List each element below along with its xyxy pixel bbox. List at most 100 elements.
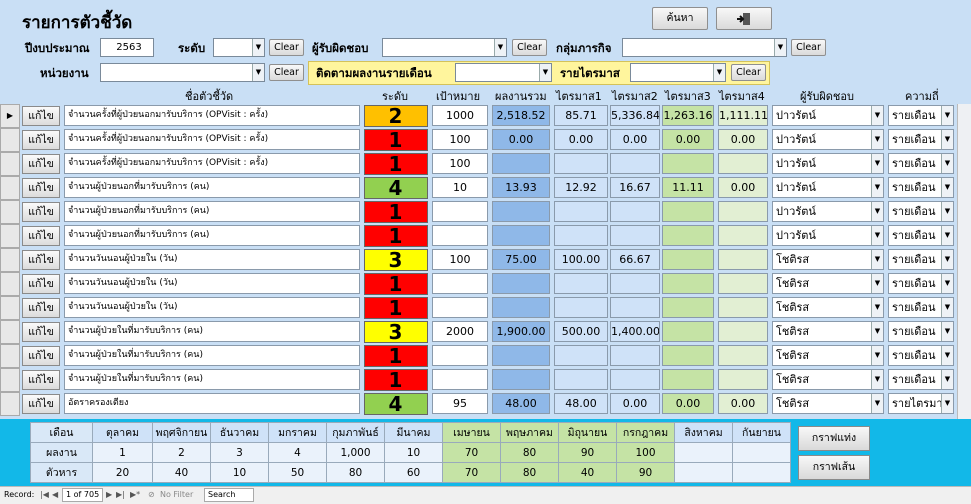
kpi-name[interactable]: จำนวนผู้ป่วยนอกที่มารับบริการ (คน) [64, 201, 360, 222]
record-selector[interactable] [0, 368, 20, 392]
dropdown-arrow-icon[interactable]: ▼ [941, 226, 953, 245]
frequency-select[interactable]: รายเดือน ▼ [888, 177, 954, 198]
kpi-name[interactable]: จำนวนครั้งที่ผู้ป่วยนอกมารับบริการ (OPVi… [64, 153, 360, 174]
responsible-select[interactable]: ปาวรัตน์ ▼ [772, 129, 884, 150]
exit-button[interactable] [716, 7, 772, 30]
dropdown-arrow-icon[interactable]: ▼ [941, 346, 953, 365]
record-selector[interactable] [0, 176, 20, 200]
kpi-name[interactable]: จำนวนครั้งที่ผู้ป่วยนอกมารับบริการ (OPVi… [64, 105, 360, 126]
line-chart-button[interactable]: กราฟเส้น [798, 455, 870, 480]
edit-button[interactable]: แก้ไข [22, 394, 60, 414]
responsible-select[interactable]: ปาวรัตน์ ▼ [772, 105, 884, 126]
responsible-select[interactable]: โชติรส ▼ [772, 273, 884, 294]
dropdown-arrow-icon[interactable]: ▼ [941, 298, 953, 317]
dropdown-arrow-icon[interactable]: ▼ [494, 39, 506, 56]
responsible-select[interactable]: โชติรส ▼ [772, 345, 884, 366]
kpi-name[interactable]: จำนวนวันนอนผู้ป่วยใน (วัน) [64, 249, 360, 270]
edit-button[interactable]: แก้ไข [22, 130, 60, 150]
last-record-icon[interactable]: ▶| [116, 487, 125, 503]
target-cell[interactable] [432, 225, 488, 246]
responsible-select[interactable]: โชติรส ▼ [772, 297, 884, 318]
target-cell[interactable]: 10 [432, 177, 488, 198]
target-cell[interactable]: 95 [432, 393, 488, 414]
dropdown-arrow-icon[interactable]: ▼ [941, 274, 953, 293]
dropdown-arrow-icon[interactable]: ▼ [941, 106, 953, 125]
quarter-select[interactable]: ▼ [630, 63, 726, 82]
unit-select[interactable]: ▼ [100, 63, 265, 82]
level-clear-button[interactable]: Clear [269, 39, 304, 56]
dropdown-arrow-icon[interactable]: ▼ [871, 274, 883, 293]
search-box[interactable]: Search [204, 488, 254, 502]
bar-chart-button[interactable]: กราฟแท่ง [798, 426, 870, 451]
target-cell[interactable] [432, 297, 488, 318]
frequency-select[interactable]: รายเดือน ▼ [888, 297, 954, 318]
frequency-select[interactable]: รายเดือน ▼ [888, 369, 954, 390]
dropdown-arrow-icon[interactable]: ▼ [871, 226, 883, 245]
search-button[interactable]: ค้นหา [652, 7, 708, 30]
frequency-select[interactable]: รายเดือน ▼ [888, 273, 954, 294]
responsible-select[interactable]: โชติรส ▼ [772, 369, 884, 390]
frequency-select[interactable]: รายเดือน ▼ [888, 153, 954, 174]
unit-clear-button[interactable]: Clear [269, 64, 304, 81]
prev-record-icon[interactable]: ◀ [52, 487, 58, 503]
edit-button[interactable]: แก้ไข [22, 370, 60, 390]
record-position-input[interactable]: 1 of 705 [62, 488, 104, 502]
dropdown-arrow-icon[interactable]: ▼ [941, 202, 953, 221]
target-cell[interactable] [432, 201, 488, 222]
frequency-select[interactable]: รายไตรมาส ▼ [888, 393, 954, 414]
responsible-select[interactable]: ปาวรัตน์ ▼ [772, 201, 884, 222]
mission-clear-button[interactable]: Clear [791, 39, 826, 56]
target-cell[interactable] [432, 345, 488, 366]
dropdown-arrow-icon[interactable]: ▼ [871, 346, 883, 365]
dropdown-arrow-icon[interactable]: ▼ [941, 322, 953, 341]
responsible-select[interactable]: ปาวรัตน์ ▼ [772, 153, 884, 174]
budget-year-input[interactable]: 2563 [100, 38, 154, 57]
dropdown-arrow-icon[interactable]: ▼ [871, 178, 883, 197]
new-record-icon[interactable]: ▶* [130, 487, 140, 503]
dropdown-arrow-icon[interactable]: ▼ [871, 106, 883, 125]
dropdown-arrow-icon[interactable]: ▼ [871, 250, 883, 269]
frequency-select[interactable]: รายเดือน ▼ [888, 321, 954, 342]
target-cell[interactable]: 100 [432, 129, 488, 150]
dropdown-arrow-icon[interactable]: ▼ [941, 178, 953, 197]
dropdown-arrow-icon[interactable]: ▼ [871, 394, 883, 413]
record-selector[interactable] [0, 248, 20, 272]
responsible-select[interactable]: โชติรส ▼ [772, 321, 884, 342]
dropdown-arrow-icon[interactable]: ▼ [871, 322, 883, 341]
kpi-name[interactable]: จำนวนผู้ป่วยในที่มารับบริการ (คน) [64, 369, 360, 390]
kpi-name[interactable]: อัตราครองเตียง [64, 393, 360, 414]
edit-button[interactable]: แก้ไข [22, 274, 60, 294]
target-cell[interactable]: 100 [432, 249, 488, 270]
dropdown-arrow-icon[interactable]: ▼ [252, 39, 264, 56]
edit-button[interactable]: แก้ไข [22, 106, 60, 126]
record-selector[interactable] [0, 272, 20, 296]
dropdown-arrow-icon[interactable]: ▼ [774, 39, 786, 56]
kpi-name[interactable]: จำนวนผู้ป่วยนอกที่มารับบริการ (คน) [64, 177, 360, 198]
target-cell[interactable] [432, 369, 488, 390]
dropdown-arrow-icon[interactable]: ▼ [539, 64, 551, 81]
dropdown-arrow-icon[interactable]: ▼ [941, 394, 953, 413]
responsible-select[interactable]: โชติรส ▼ [772, 393, 884, 414]
dropdown-arrow-icon[interactable]: ▼ [941, 250, 953, 269]
dropdown-arrow-icon[interactable]: ▼ [871, 130, 883, 149]
frequency-select[interactable]: รายเดือน ▼ [888, 225, 954, 246]
frequency-select[interactable]: รายเดือน ▼ [888, 345, 954, 366]
responsible-select[interactable]: ▼ [382, 38, 507, 57]
responsible-select[interactable]: ปาวรัตน์ ▼ [772, 177, 884, 198]
record-selector[interactable] [0, 128, 20, 152]
kpi-name[interactable]: จำนวนผู้ป่วยนอกที่มารับบริการ (คน) [64, 225, 360, 246]
next-record-icon[interactable]: ▶ [106, 487, 112, 503]
record-selector[interactable] [0, 224, 20, 248]
target-cell[interactable]: 2000 [432, 321, 488, 342]
kpi-name[interactable]: จำนวนผู้ป่วยในที่มารับบริการ (คน) [64, 321, 360, 342]
record-selector[interactable] [0, 392, 20, 416]
record-selector[interactable] [0, 152, 20, 176]
dropdown-arrow-icon[interactable]: ▼ [871, 298, 883, 317]
record-selector[interactable] [0, 200, 20, 224]
dropdown-arrow-icon[interactable]: ▼ [871, 202, 883, 221]
record-selector[interactable] [0, 320, 20, 344]
dropdown-arrow-icon[interactable]: ▼ [941, 370, 953, 389]
record-selector[interactable]: ▶ [0, 104, 20, 128]
mission-select[interactable]: ▼ [622, 38, 787, 57]
quarter-clear-button[interactable]: Clear [731, 64, 766, 81]
